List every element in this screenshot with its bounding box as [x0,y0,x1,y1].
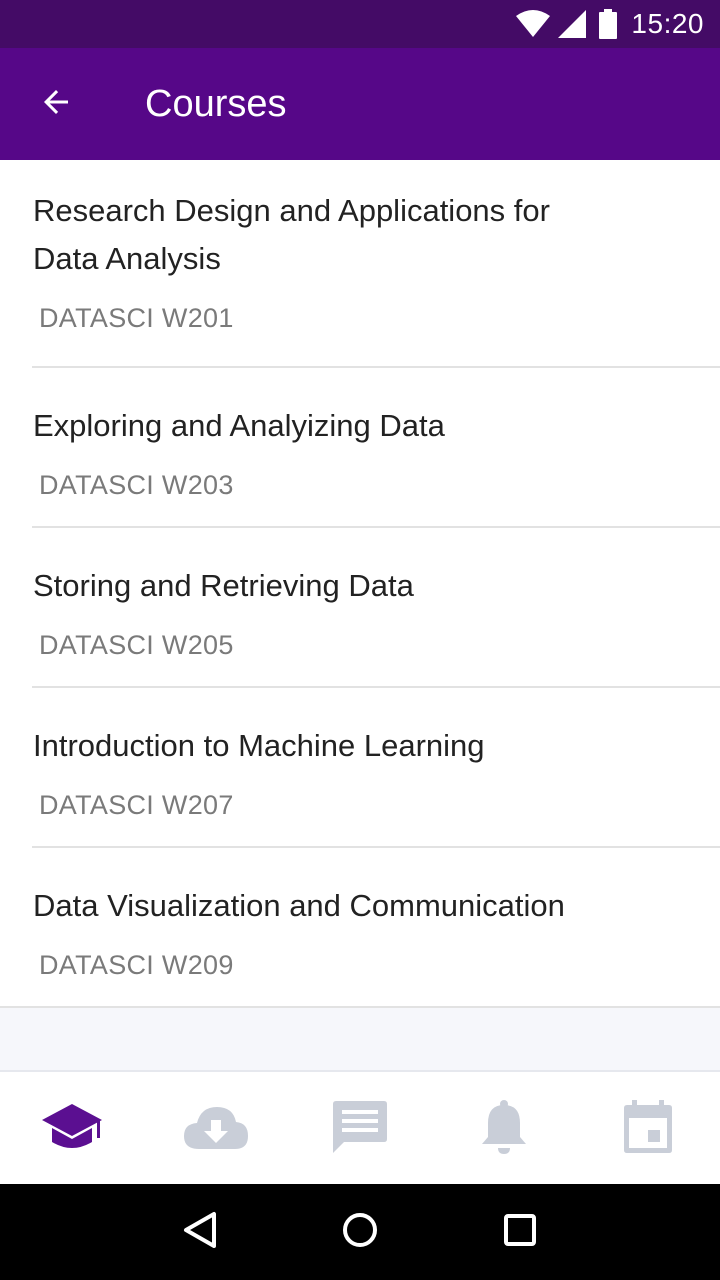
course-title: Exploring and Analyizing Data [33,408,445,443]
cellular-signal-icon [557,9,587,39]
app-bar: Courses [0,48,720,160]
arrow-back-icon [38,84,74,125]
course-code: DATASCI W207 [39,790,234,820]
graduation-cap-icon [41,1102,103,1157]
back-triangle-icon [183,1211,217,1254]
page-title: Courses [145,83,287,125]
system-back-button[interactable] [168,1200,232,1264]
system-home-button[interactable] [328,1200,392,1264]
calendar-event-icon [623,1099,673,1159]
divider [0,1006,720,1008]
course-item-w207[interactable]: Introduction to Machine Learning DATASCI… [0,688,720,848]
course-title: Data Visualization and Communication [33,888,565,923]
nav-courses[interactable] [0,1072,144,1186]
nav-downloads[interactable] [144,1072,288,1186]
back-button[interactable] [24,76,88,132]
nav-notifications[interactable] [432,1072,576,1186]
course-item-w209[interactable]: Data Visualization and Communication DAT… [0,848,720,1008]
course-code: DATASCI W203 [39,470,234,500]
course-item-w203[interactable]: Exploring and Analyizing Data DATASCI W2… [0,368,720,528]
course-code: DATASCI W201 [39,303,234,333]
cloud-download-icon [183,1104,249,1155]
nav-calendar[interactable] [576,1072,720,1186]
nav-messages[interactable] [288,1072,432,1186]
system-recents-button[interactable] [488,1200,552,1264]
course-item-w201[interactable]: Research Design and Applications for Dat… [0,160,720,368]
courses-screen: 15:20 Courses Research Design and Applic… [0,0,720,1280]
course-title: Research Design and Applications for Dat… [33,193,550,276]
home-circle-icon [342,1212,378,1253]
system-navigation-bar [0,1184,720,1280]
status-bar: 15:20 [0,0,720,48]
notification-bell-icon [480,1099,528,1160]
course-code: DATASCI W205 [39,630,234,660]
course-title: Storing and Retrieving Data [33,568,414,603]
course-item-w205[interactable]: Storing and Retrieving Data DATASCI W205 [0,528,720,688]
battery-icon [599,9,618,39]
course-code: DATASCI W209 [39,950,234,980]
course-title: Introduction to Machine Learning [33,728,485,763]
course-list: Research Design and Applications for Dat… [0,160,720,1008]
bottom-navigation [0,1070,720,1186]
chat-message-icon [332,1100,388,1159]
recents-square-icon [503,1213,537,1252]
wifi-icon [515,10,551,38]
status-time: 15:20 [631,8,704,39]
